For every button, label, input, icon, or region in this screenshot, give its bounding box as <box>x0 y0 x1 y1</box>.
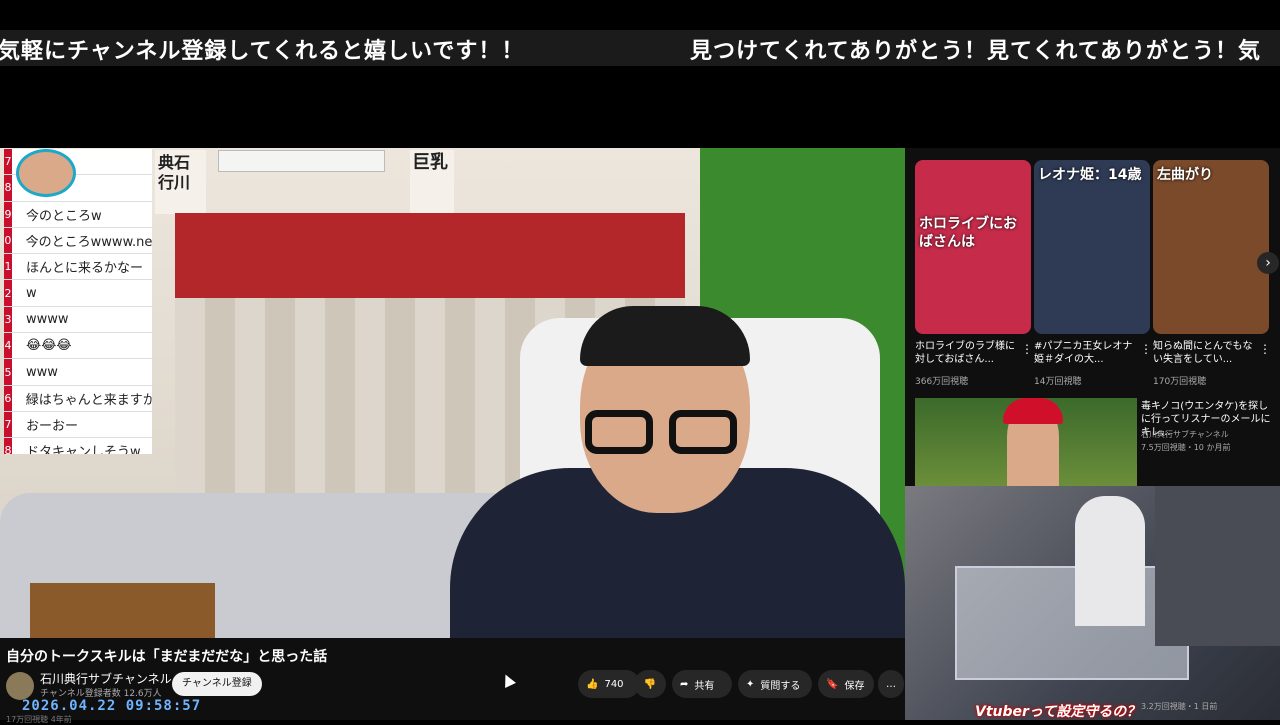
chat-message-text: www <box>26 364 58 380</box>
dislike-button[interactable]: 👎 <box>634 670 666 698</box>
chat-message-number: 8 <box>4 438 12 454</box>
chat-message: 7 おーおー <box>4 411 152 439</box>
storage-boxes <box>955 566 1189 680</box>
chat-message-text: 今のところw <box>26 208 102 224</box>
short-thumbnail-text: ホロライブにおばさんは <box>919 216 1017 250</box>
chat-message-text: w <box>26 285 37 301</box>
chat-message-number: 5 <box>4 359 12 385</box>
chat-message: 0 今のところwwww.net <box>4 227 152 255</box>
save-button[interactable]: 🔖 保存 <box>818 670 874 698</box>
short-title[interactable]: 知らぬ間にとんでもない失言をしてい... <box>1153 340 1257 366</box>
short-thumbnail-text: 左曲がり <box>1157 167 1213 183</box>
glasses <box>585 410 745 456</box>
short-thumbnail[interactable]: レオナ姫：14歳 <box>1034 160 1150 334</box>
subscribe-button[interactable]: チャンネル登録 <box>172 672 262 696</box>
ask-button[interactable]: ✦ 質問する <box>738 670 812 698</box>
more-icon: … <box>886 678 896 690</box>
chat-message-text: 今のところwwww.net <box>25 235 152 251</box>
short-views: 366万回視聴 <box>915 377 969 387</box>
save-label: 保存 <box>844 680 865 692</box>
thumbs-down-icon: 👎 <box>643 678 657 690</box>
wall-poster-2: 巨乳 <box>410 150 454 214</box>
ticker-text-left: 気軽にチャンネル登録してくれると嬉しいです！！ <box>0 38 525 64</box>
short-thumbnail[interactable]: 左曲がり <box>1153 160 1269 334</box>
chat-message-text: wwww <box>26 311 69 327</box>
chat-avatar <box>16 149 76 197</box>
short-title[interactable]: ホロライブのラブ様に対しておばさん... <box>915 340 1019 366</box>
ticker-text-right: 見つけてくれてありがとう！見てくれてありがとう！気 <box>690 38 1262 64</box>
sparkle-icon: ✦ <box>746 678 755 690</box>
recommended-thumbnail[interactable] <box>915 398 1137 486</box>
share-icon: ➦ <box>680 678 689 690</box>
short-title[interactable]: #パプニカ王女レオナ姫＃ダイの大... <box>1034 340 1138 366</box>
chat-message: 3 wwww <box>4 306 152 334</box>
short-views: 170万回視聴 <box>1153 377 1207 387</box>
chat-message-number: 0 <box>4 227 12 254</box>
chat-message-text: ドタキャンしそうw <box>26 445 141 454</box>
shorts-next-button[interactable]: › <box>1257 252 1279 274</box>
chat-message-number: 6 <box>4 385 12 411</box>
chat-overlay: 7 8 9 今のところw 0 今のところwwww.net 1 ほんとに来るかなー 2 w 3 wwww… <box>4 149 152 454</box>
channel-avatar[interactable] <box>6 672 34 700</box>
chat-message: 2w <box>4 280 152 307</box>
share-button[interactable]: ➦ 共有 <box>672 670 732 698</box>
thumbs-up-icon: 👍 <box>586 678 599 690</box>
chat-message-number: 7 <box>4 149 12 175</box>
chat-message: 8 ドタキャンしそうw <box>4 438 152 454</box>
chat-message-text: ほんとに来るかなー <box>26 261 144 277</box>
chat-message: 1 ほんとに来るかなー <box>4 254 152 281</box>
related-column: ホロライブにおばさんは ホロライブのラブ様に対しておばさん... ⋮ 366万回視聴レ… <box>905 148 1280 720</box>
short-menu-icon[interactable]: ⋮ <box>1259 342 1271 356</box>
short-views: 14万回視聴 <box>1034 377 1082 387</box>
video-info-bar: 自分のトークスキルは「まだまだだな」と思った話 石川典行サブチャンネル チャンネ… <box>0 638 905 724</box>
chat-message-number: 3 <box>4 306 12 333</box>
short-thumbnail[interactable]: ホロライブにおばさんは <box>915 160 1031 334</box>
chat-message-number: 7 <box>4 411 12 438</box>
air-conditioner <box>218 150 385 172</box>
channel-name[interactable]: 石川典行サブチャンネル <box>40 670 172 687</box>
chat-message-text: おーおー <box>26 419 79 435</box>
stream-datetime: 2026.04.22 09:58:57 <box>22 698 202 714</box>
mini-player-caption: Vtuberって設定守るの？ <box>975 704 1141 720</box>
chat-message: 9 今のところw <box>4 201 152 228</box>
person-hair <box>580 306 750 366</box>
chat-message-number: 2 <box>4 280 12 306</box>
video-title: 自分のトークスキルは「まだまだだな」と思った話 <box>6 649 328 665</box>
share-label: 共有 <box>694 680 715 692</box>
chat-message-number: 1 <box>4 254 12 280</box>
chat-message-number: 4 <box>4 333 12 359</box>
wooden-shelf <box>30 583 215 638</box>
short-menu-icon[interactable]: ⋮ <box>1021 342 1033 356</box>
chat-message-text: 😂😂😂 <box>26 338 72 354</box>
short-menu-icon[interactable]: ⋮ <box>1140 342 1152 356</box>
recommended-channel[interactable]: 石川典行サブチャンネル <box>1141 429 1229 440</box>
chat-message: 6 緑はちゃんと来ますか <box>4 385 152 412</box>
more-actions-button[interactable]: … <box>878 670 904 698</box>
short-thumbnail-text: レオナ姫：14歳 <box>1038 167 1142 183</box>
mini-player[interactable]: Vtuberって設定守るの？ <box>905 486 1280 720</box>
chat-message-number: 8 <box>4 175 12 201</box>
ask-label: 質問する <box>760 680 801 692</box>
like-button[interactable]: 👍 740 <box>578 670 640 698</box>
wall-poster-1: 典石行川 <box>155 150 206 214</box>
like-count: 740 <box>604 678 624 690</box>
chat-message-number: 9 <box>4 201 12 227</box>
recommended-meta: 7.5万回視聴・10 か月前 <box>1141 443 1231 452</box>
curtain-red <box>175 213 685 298</box>
chat-message-text: 緑はちゃんと来ますか <box>25 392 152 408</box>
chat-message: 4 😂😂😂 <box>4 333 152 360</box>
mini-player-meta: 3.2万回視聴・1 日前 <box>1141 702 1218 711</box>
chat-message: 5 www <box>4 359 152 386</box>
bookmark-icon: 🔖 <box>826 678 839 690</box>
ticker-bar: 気軽にチャンネル登録してくれると嬉しいです！！ 見つけてくれてありがとう！見てく… <box>0 30 1280 66</box>
